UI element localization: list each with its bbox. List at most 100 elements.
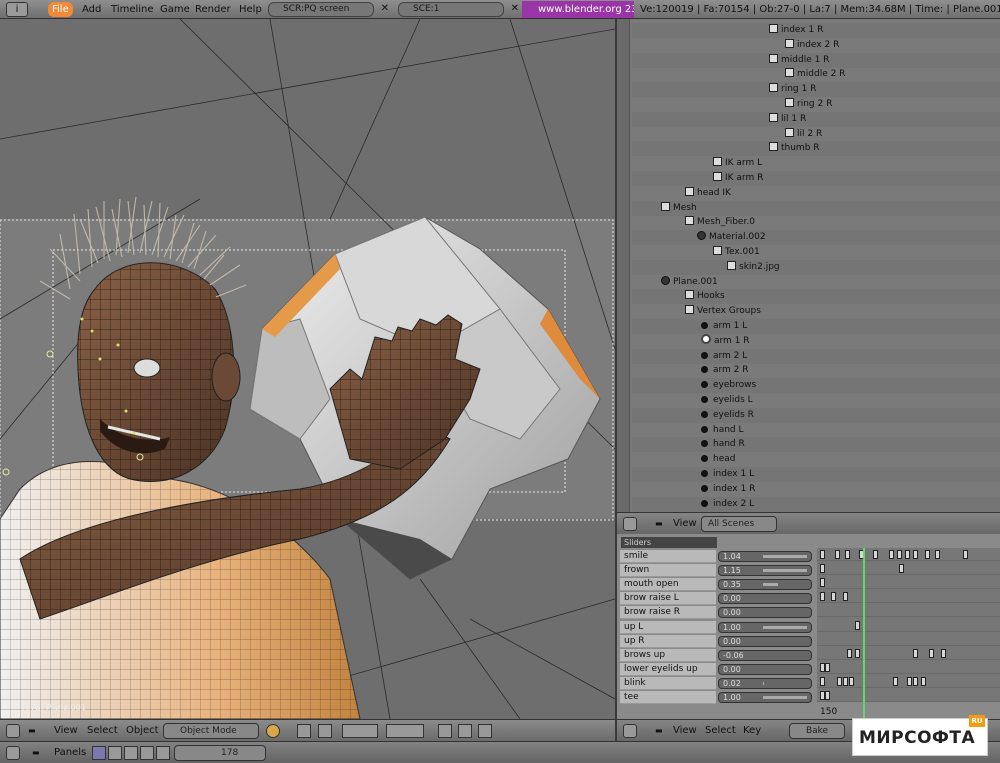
- outliner-item[interactable]: index 2 R: [785, 38, 839, 53]
- keyframe-marker[interactable]: [845, 550, 850, 559]
- logic-context-icon[interactable]: [92, 746, 106, 760]
- keyframe-marker[interactable]: [820, 592, 825, 602]
- script-context-icon[interactable]: [108, 746, 122, 760]
- blender-url-link[interactable]: www.blender.org 235: [522, 1, 634, 18]
- action-editor[interactable]: Sliders smile 1.04 frown 1.15 mouth open 0.35…: [615, 534, 1000, 719]
- keyframe-marker[interactable]: [905, 550, 910, 559]
- editor-type-icon[interactable]: [623, 517, 637, 531]
- action-view-menu[interactable]: View: [673, 723, 697, 739]
- outliner-item[interactable]: lil 2 R: [785, 127, 822, 142]
- keyframe-marker[interactable]: [929, 648, 934, 658]
- slider-field[interactable]: 0.00: [718, 607, 812, 619]
- outliner-view-menu[interactable]: View: [673, 516, 697, 532]
- keyframe-marker[interactable]: [831, 592, 836, 602]
- select-menu[interactable]: Select: [87, 723, 118, 739]
- sliders-title[interactable]: Sliders: [621, 537, 717, 548]
- keyframe-marker[interactable]: [843, 676, 848, 686]
- close-icon[interactable]: ✕: [511, 2, 519, 15]
- keyframe-marker[interactable]: [820, 676, 825, 686]
- outliner-item[interactable]: Material.002: [697, 230, 766, 245]
- collapse-icon[interactable]: ▬: [655, 516, 663, 532]
- mode-dropdown[interactable]: Object Mode: [163, 723, 259, 739]
- outliner-item[interactable]: index 1 L: [701, 467, 754, 482]
- outliner-panel[interactable]: index 1 R index 2 R middle 1 R middle 2 R ri…: [615, 19, 1000, 512]
- pivot-icon[interactable]: [297, 724, 311, 738]
- scene-selector[interactable]: SCE:1 ✕: [398, 2, 519, 17]
- outliner-item[interactable]: arm 1 R: [701, 333, 750, 349]
- outliner-item[interactable]: eyelids R: [701, 408, 754, 423]
- menu-render[interactable]: Render: [191, 2, 235, 17]
- outliner-item[interactable]: skin2.jpg: [727, 260, 780, 275]
- keyframe-marker[interactable]: [897, 550, 902, 559]
- outliner-item[interactable]: IK arm L: [713, 156, 762, 171]
- slider-field[interactable]: 1.04: [718, 551, 812, 562]
- current-frame-marker[interactable]: [863, 548, 865, 718]
- keyframe-marker[interactable]: [820, 578, 825, 588]
- slider-field[interactable]: 0.00: [718, 593, 812, 605]
- outliner-item[interactable]: head: [701, 452, 735, 467]
- slider-field[interactable]: 1.00: [718, 621, 812, 633]
- screen-selector[interactable]: SCR:PQ screen ✕: [268, 2, 389, 17]
- keyframe-marker[interactable]: [835, 550, 840, 559]
- keyframe-marker[interactable]: [837, 676, 842, 686]
- keyframe-marker[interactable]: [941, 648, 946, 658]
- slider-field[interactable]: 0.00: [718, 663, 812, 675]
- editor-type-icon[interactable]: [6, 724, 20, 738]
- keyframe-marker[interactable]: [913, 648, 918, 658]
- keyframe-marker[interactable]: [893, 676, 898, 686]
- keyframe-marker[interactable]: [820, 564, 825, 574]
- outliner-item[interactable]: lil 1 R: [769, 112, 806, 127]
- menu-help[interactable]: Help: [235, 2, 266, 17]
- outliner-item[interactable]: ring 2 R: [785, 97, 832, 112]
- outliner-item[interactable]: eyelids L: [701, 393, 753, 408]
- menu-file[interactable]: File: [48, 2, 73, 17]
- keyframe-marker[interactable]: [899, 564, 904, 574]
- outliner-item[interactable]: middle 2 R: [785, 67, 845, 82]
- collapse-icon[interactable]: ▬: [655, 723, 663, 739]
- keyframe-marker[interactable]: [825, 662, 830, 672]
- keyframe-marker[interactable]: [855, 620, 860, 630]
- frame-field[interactable]: 178: [174, 745, 266, 761]
- slider-field[interactable]: 1.15: [718, 565, 812, 577]
- outliner-item[interactable]: Mesh: [661, 201, 697, 216]
- editor-type-icon[interactable]: [623, 724, 637, 738]
- outliner-item[interactable]: Tex.001: [713, 245, 760, 260]
- keyframe-marker[interactable]: [847, 648, 852, 658]
- outliner-item[interactable]: middle 1 R: [769, 53, 829, 68]
- keyframe-marker[interactable]: [873, 550, 878, 559]
- keyframe-marker[interactable]: [935, 550, 940, 559]
- outliner-scrollbar[interactable]: [617, 19, 630, 512]
- collapse-icon[interactable]: ▬: [28, 723, 36, 739]
- scenes-dropdown[interactable]: All Scenes: [701, 516, 777, 532]
- keyframe-marker[interactable]: [855, 648, 860, 658]
- outliner-item[interactable]: head IK: [685, 186, 731, 201]
- draw-type-icon[interactable]: [266, 724, 280, 738]
- slider-field[interactable]: 0.35: [718, 579, 812, 591]
- layer-buttons-b[interactable]: [386, 724, 424, 738]
- keyframe-marker[interactable]: [907, 676, 912, 686]
- slider-field[interactable]: 0.02: [718, 677, 812, 689]
- keyframe-marker[interactable]: [843, 592, 848, 602]
- outliner-item[interactable]: index 1 R: [769, 23, 823, 38]
- keyframe-marker[interactable]: [849, 676, 854, 686]
- outliner-item[interactable]: thumb R: [769, 141, 820, 156]
- bake-button[interactable]: Bake: [789, 723, 845, 739]
- keyframe-marker[interactable]: [963, 550, 968, 559]
- action-select-menu[interactable]: Select: [705, 723, 736, 739]
- outliner-item[interactable]: Hooks: [685, 289, 725, 304]
- slider-field[interactable]: -0.06: [718, 649, 812, 661]
- slider-field[interactable]: 1.00: [718, 692, 812, 703]
- menu-game[interactable]: Game: [156, 2, 194, 17]
- editing-context-icon[interactable]: [156, 746, 170, 760]
- slider-field[interactable]: 0.00: [718, 635, 812, 647]
- keyframe-marker[interactable]: [913, 550, 918, 559]
- collapse-icon[interactable]: ▬: [32, 745, 40, 761]
- outliner-item[interactable]: arm 2 L: [701, 349, 747, 364]
- outliner-item[interactable]: arm 2 R: [701, 363, 749, 378]
- outliner-item[interactable]: ring 1 R: [769, 82, 816, 97]
- outliner-item[interactable]: IK arm R: [713, 171, 763, 186]
- menu-add[interactable]: Add: [78, 2, 105, 17]
- keyframe-marker[interactable]: [925, 550, 930, 559]
- keyframe-marker[interactable]: [825, 691, 830, 700]
- keyframe-marker[interactable]: [889, 550, 894, 559]
